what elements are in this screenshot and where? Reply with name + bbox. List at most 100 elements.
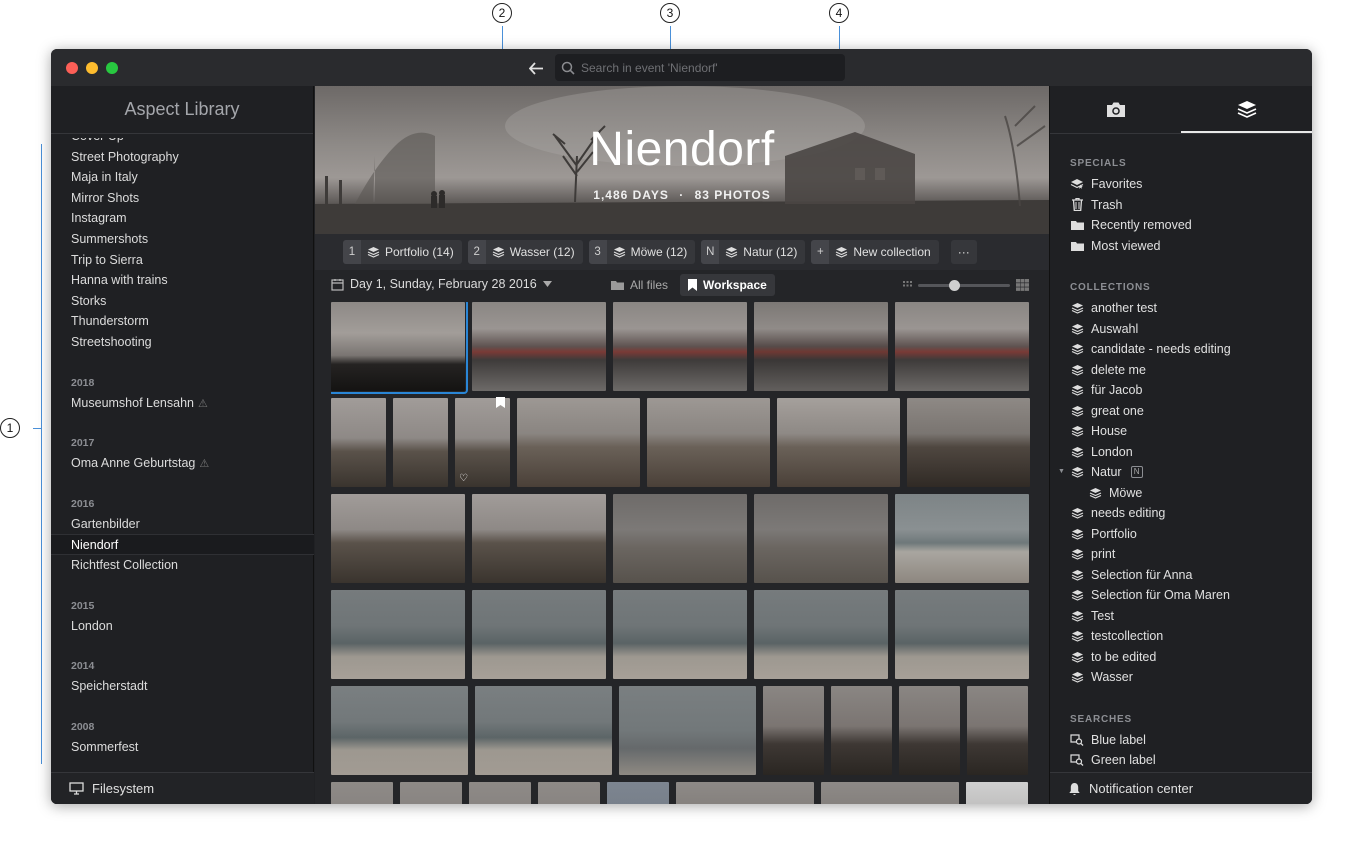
- photo-thumbnail[interactable]: [331, 398, 386, 487]
- collection-item[interactable]: Test: [1050, 606, 1312, 627]
- photo-grid[interactable]: ♡: [331, 302, 1033, 804]
- library-item[interactable]: Thunderstorm: [51, 311, 314, 332]
- collections-list[interactable]: SPECIALS Favorites Trash Recently remove…: [1050, 146, 1312, 766]
- library-item-active[interactable]: Niendorf: [51, 534, 314, 555]
- search-input[interactable]: [581, 60, 831, 75]
- photo-thumbnail[interactable]: [676, 782, 814, 804]
- photo-thumbnail[interactable]: [331, 494, 465, 583]
- photo-thumbnail[interactable]: [821, 782, 959, 804]
- photo-thumbnail[interactable]: [475, 686, 612, 775]
- photo-thumbnail[interactable]: [613, 494, 747, 583]
- special-recently-removed[interactable]: Recently removed: [1050, 215, 1312, 236]
- library-item[interactable]: Speicherstadt: [51, 676, 314, 697]
- photo-thumbnail[interactable]: [472, 494, 606, 583]
- photo-thumbnail[interactable]: [613, 302, 747, 391]
- photo-thumbnail[interactable]: [754, 494, 888, 583]
- collection-item[interactable]: Auswahl: [1050, 319, 1312, 340]
- filesystem-button[interactable]: Filesystem: [51, 772, 314, 804]
- collection-item[interactable]: print: [1050, 544, 1312, 565]
- photo-thumbnail[interactable]: [754, 302, 888, 391]
- collection-button-portfolio[interactable]: 1 Portfolio (14): [343, 240, 462, 264]
- photo-thumbnail[interactable]: [777, 398, 900, 487]
- photo-thumbnail[interactable]: [895, 590, 1029, 679]
- collection-button-mowe[interactable]: 3 Möwe (12): [588, 240, 696, 264]
- tab-camera[interactable]: [1050, 86, 1181, 133]
- tab-workspace[interactable]: Workspace: [680, 274, 775, 296]
- collection-item[interactable]: needs editing: [1050, 503, 1312, 524]
- photo-thumbnail[interactable]: [331, 782, 393, 804]
- photo-thumbnail[interactable]: [831, 686, 892, 775]
- library-item[interactable]: Oma Anne Geburtstag ⚠: [51, 453, 314, 474]
- photo-thumbnail[interactable]: [331, 590, 465, 679]
- zoom-window-button[interactable]: [106, 62, 118, 74]
- photo-thumbnail[interactable]: [619, 686, 756, 775]
- collection-button-wasser[interactable]: 2 Wasser (12): [467, 240, 583, 264]
- photo-thumbnail[interactable]: [607, 782, 669, 804]
- library-item[interactable]: Gartenbilder: [51, 514, 314, 535]
- photo-thumbnail[interactable]: [647, 398, 770, 487]
- photo-thumbnail[interactable]: [754, 590, 888, 679]
- library-item[interactable]: Trip to Sierra: [51, 250, 314, 271]
- close-window-button[interactable]: [66, 62, 78, 74]
- bookmark-icon[interactable]: [496, 397, 505, 411]
- zoom-slider-handle[interactable]: [948, 279, 960, 291]
- library-item[interactable]: Cover Up: [51, 138, 314, 147]
- collection-item[interactable]: House: [1050, 421, 1312, 442]
- photo-thumbnail[interactable]: [895, 302, 1029, 391]
- new-collection-button[interactable]: + New collection: [811, 240, 939, 264]
- photo-thumbnail[interactable]: [613, 590, 747, 679]
- photo-thumbnail[interactable]: ♡: [455, 397, 510, 487]
- library-item[interactable]: Streetshooting: [51, 332, 314, 353]
- collection-item[interactable]: candidate - needs editing: [1050, 339, 1312, 360]
- search-item[interactable]: Green label: [1050, 750, 1312, 766]
- photo-thumbnail[interactable]: [517, 398, 640, 487]
- photo-thumbnail[interactable]: [967, 686, 1028, 775]
- collection-item[interactable]: Möwe: [1050, 483, 1312, 504]
- library-item[interactable]: Hanna with trains: [51, 270, 314, 291]
- tab-collections[interactable]: [1181, 86, 1312, 133]
- special-most-viewed[interactable]: Most viewed: [1050, 236, 1312, 257]
- photo-thumbnail-selected[interactable]: [331, 302, 468, 394]
- photo-thumbnail[interactable]: [763, 686, 824, 775]
- expand-triangle-icon[interactable]: ▼: [1058, 462, 1065, 483]
- collection-item[interactable]: für Jacob: [1050, 380, 1312, 401]
- collection-item[interactable]: Selection für Oma Maren: [1050, 585, 1312, 606]
- day-selector[interactable]: Day 1, Sunday, February 28 2016: [331, 277, 552, 291]
- more-options-button[interactable]: ···: [950, 240, 977, 264]
- heart-icon[interactable]: ♡: [459, 473, 468, 484]
- collection-item[interactable]: Portfolio: [1050, 524, 1312, 545]
- photo-thumbnail[interactable]: [400, 782, 462, 804]
- photo-thumbnail[interactable]: [331, 686, 468, 775]
- library-item[interactable]: Instagram: [51, 208, 314, 229]
- collection-item[interactable]: delete me: [1050, 360, 1312, 381]
- search-item[interactable]: Blue label: [1050, 730, 1312, 751]
- library-item[interactable]: Museumshof Lensahn ⚠: [51, 393, 314, 414]
- library-item[interactable]: Mirror Shots: [51, 188, 314, 209]
- special-favorites[interactable]: Favorites: [1050, 174, 1312, 195]
- library-list[interactable]: Cover Up Street Photography Maja in Ital…: [51, 138, 314, 766]
- library-item[interactable]: Richtfest Collection: [51, 555, 314, 576]
- photo-thumbnail[interactable]: [966, 782, 1028, 804]
- photo-thumbnail[interactable]: [538, 782, 600, 804]
- notification-center-button[interactable]: Notification center: [1050, 772, 1312, 804]
- library-item[interactable]: Storks: [51, 291, 314, 312]
- collection-item[interactable]: ▼ Natur N: [1050, 462, 1312, 483]
- back-button[interactable]: [525, 57, 547, 79]
- collection-item[interactable]: to be edited: [1050, 647, 1312, 668]
- collection-item[interactable]: Selection für Anna: [1050, 565, 1312, 586]
- collection-item[interactable]: another test: [1050, 298, 1312, 319]
- library-item[interactable]: Summershots: [51, 229, 314, 250]
- photo-thumbnail[interactable]: [472, 302, 606, 391]
- photo-thumbnail[interactable]: [469, 782, 531, 804]
- collection-button-natur[interactable]: N Natur (12): [701, 240, 806, 264]
- minimize-window-button[interactable]: [86, 62, 98, 74]
- collection-item[interactable]: Wasser: [1050, 667, 1312, 688]
- library-item[interactable]: Street Photography: [51, 147, 314, 168]
- zoom-slider[interactable]: [918, 279, 1010, 291]
- library-item[interactable]: Maja in Italy: [51, 167, 314, 188]
- photo-thumbnail[interactable]: [899, 686, 960, 775]
- photo-thumbnail[interactable]: [393, 398, 448, 487]
- collection-item[interactable]: testcollection: [1050, 626, 1312, 647]
- search-box[interactable]: [555, 54, 845, 81]
- photo-thumbnail[interactable]: [895, 494, 1029, 583]
